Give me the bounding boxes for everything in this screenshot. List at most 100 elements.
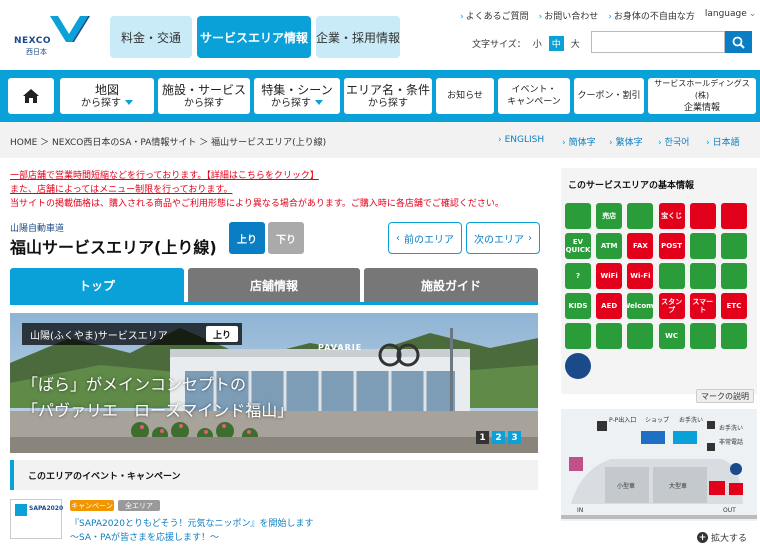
info-icon[interactable]: ? — [565, 263, 591, 289]
nav-news[interactable]: お知らせ — [436, 78, 494, 114]
page-title: 福山サービスエリア(上り線) — [10, 238, 217, 257]
ubara-icon[interactable] — [721, 203, 747, 229]
home-button[interactable] — [8, 78, 54, 114]
home-icon — [23, 89, 39, 103]
language-dropdown[interactable]: language ⌄ — [705, 9, 758, 22]
basic-info-title: このサービスエリアの基本情報 — [568, 181, 695, 191]
nav-events[interactable]: イベント・ キャンペーン — [498, 78, 570, 114]
lang-simplified[interactable]: › 簡体字 — [562, 135, 596, 148]
hero-slideshow[interactable]: 山陽(ふくやま)サービスエリア 上り 「ばら」がメインコンセプトの 「パヴァリエ… — [10, 313, 538, 453]
wifi-spot-icon[interactable]: Wi-Fi — [627, 263, 654, 289]
plus-icon: + — [697, 532, 708, 543]
font-size-small[interactable]: 小 — [530, 36, 545, 51]
direction-up-button[interactable]: 上り — [229, 222, 265, 254]
kids-icon[interactable]: KIDS — [565, 293, 591, 319]
events-heading: このエリアのイベント・キャンペーン — [10, 460, 538, 490]
nav-holdings[interactable]: サービスホールディングス(株) 企業情報 — [648, 78, 756, 114]
tag-all-area: 全エリア — [118, 500, 160, 511]
global-tab-corporate[interactable]: 企業・採用情報 — [316, 16, 400, 58]
mark-legend-button[interactable]: マークの説明 — [696, 389, 754, 403]
chevron-left-icon: ‹ — [396, 232, 400, 244]
nav-facility[interactable]: 施設・サービス から探す — [158, 78, 250, 114]
highway-info-icon[interactable] — [721, 233, 747, 259]
brand-sub: 西日本 — [26, 48, 47, 56]
smart-ic-icon[interactable]: スマート — [689, 293, 716, 319]
nexco-logo[interactable]: NEXCO 西日本 — [14, 14, 90, 60]
mascot-icon[interactable] — [565, 353, 591, 379]
main-nav: 地図 から探す 施設・サービス から探す 特集・シーン から探す エリア名・条件… — [0, 70, 760, 122]
dropdown-arrow-icon — [125, 100, 133, 105]
dog-run-icon[interactable] — [689, 263, 716, 289]
prev-area-button[interactable]: ‹ 前のエリア — [388, 222, 462, 254]
slide-page-3[interactable]: 3 — [508, 431, 521, 444]
staff-icon[interactable] — [689, 323, 716, 349]
notice-menu[interactable]: また、店舗によってはメニュー制限を行っております。 — [10, 182, 232, 195]
breadcrumb[interactable]: HOME ＞ NEXCO西日本のSA・PA情報サイト ＞ 福山サービスエリア(上… — [10, 135, 326, 148]
wheelchair-icon[interactable] — [627, 323, 654, 349]
global-tab-service-area[interactable]: サービスエリア情報 — [197, 16, 311, 58]
font-size-switcher: 文字サイズ： 小 中 大 — [472, 36, 583, 51]
stamp-icon[interactable]: スタンプ — [658, 293, 685, 319]
welcome-icon[interactable]: Welcome — [627, 293, 654, 319]
search-button[interactable] — [725, 31, 752, 53]
map-label-out: OUT — [723, 507, 736, 514]
utility-links: › よくあるご質問 › お問い合わせ › お身体の不自由な方 language ⌄ — [460, 9, 758, 22]
cart-icon[interactable] — [721, 263, 747, 289]
event-thumbnail[interactable]: SAPA2020 — [10, 499, 63, 539]
site-header: NEXCO 西日本 料金・交通 サービスエリア情報 企業・採用情報 › よくあるご… — [0, 0, 760, 70]
tab-shops[interactable]: 店舗情報 — [188, 268, 360, 302]
nursing-icon[interactable] — [596, 323, 623, 349]
event-title[interactable]: 『SAPA2020とりもどそう！元気なニッポン』を開始します — [70, 516, 314, 529]
rest-icon[interactable] — [721, 323, 747, 349]
hero-copy-line1: 「ばら」がメインコンセプトの — [22, 375, 247, 394]
font-size-large[interactable]: 大 — [568, 36, 583, 51]
event-subtitle[interactable]: 〜SA・PAが皆さまを応援します！〜 — [70, 530, 219, 543]
hero-sign: PAVARIE — [318, 343, 363, 352]
baby-icon[interactable] — [565, 323, 591, 349]
etc-icon[interactable]: ETC — [721, 293, 747, 319]
aed-icon[interactable]: AED — [596, 293, 623, 319]
shop-icon[interactable]: 売店 — [596, 203, 623, 229]
notice-hours[interactable]: 一部店舗で営業時間短縮などを行っております。【詳細はこちらをクリック】 — [10, 168, 319, 181]
restroom-icon[interactable] — [565, 203, 591, 229]
slide-page-2[interactable]: 2 — [492, 431, 505, 444]
ev-quick-icon[interactable]: EV QUICK — [565, 233, 591, 259]
next-area-button[interactable]: 次のエリア › — [466, 222, 540, 254]
tag-campaign: キャンペーン — [70, 500, 114, 511]
atm-icon[interactable]: ATM — [596, 233, 623, 259]
highway-info-2-icon[interactable] — [658, 263, 685, 289]
lottery-icon[interactable]: 宝くじ — [658, 203, 685, 229]
slide-page-1[interactable]: 1 — [476, 431, 489, 444]
accessible-wc-icon[interactable]: WC — [658, 323, 685, 349]
nav-area-name[interactable]: エリア名・条件 から探す — [344, 78, 432, 114]
tab-top[interactable]: トップ — [10, 268, 184, 302]
wifi-icon[interactable]: WiFi — [596, 263, 623, 289]
notice-price: 当サイトの掲載価格は、購入される商品やご利用形態により異なる場合があります。ご購… — [10, 199, 504, 209]
fax-icon[interactable]: FAX — [627, 233, 654, 259]
faq-link[interactable]: › よくあるご質問 — [460, 9, 529, 22]
tab-facility-guide[interactable]: 施設ガイド — [364, 268, 538, 302]
global-tab-toll[interactable]: 料金・交通 — [110, 16, 192, 58]
lang-korean[interactable]: › 한국어 — [658, 135, 689, 148]
nav-feature[interactable]: 特集・シーン から探す — [254, 78, 340, 114]
map-label-toilet-2: お手洗い — [719, 425, 744, 432]
contact-link[interactable]: › お問い合わせ — [539, 9, 599, 22]
route-name: 山陽自動車道 — [10, 224, 65, 234]
rose-icon[interactable] — [689, 203, 716, 229]
lang-japanese[interactable]: › 日本語 — [706, 135, 740, 148]
post-icon[interactable]: POST — [658, 233, 685, 259]
lang-traditional[interactable]: › 繁体字 — [609, 135, 643, 148]
lang-english[interactable]: › ENGLISH — [498, 135, 544, 145]
area-map[interactable]: P-P出入口 ショップ お手洗い お手洗い 非常電話 小型車 大型車 IN OU… — [561, 409, 757, 521]
zoom-map-button[interactable]: + 拡大する — [697, 531, 747, 544]
search-input[interactable] — [591, 31, 725, 53]
map-label-in: IN — [577, 507, 584, 514]
nav-coupon[interactable]: クーポン・割引 — [574, 78, 644, 114]
map-label-large-car: 大型車 — [669, 483, 688, 490]
nav-map[interactable]: 地図 から探す — [60, 78, 154, 114]
accessibility-link[interactable]: › お身体の不自由な方 — [608, 9, 695, 22]
font-size-medium[interactable]: 中 — [548, 36, 564, 51]
direction-down-button[interactable]: 下り — [268, 222, 304, 254]
card-icon[interactable] — [689, 233, 716, 259]
shopping-icon[interactable] — [627, 203, 654, 229]
